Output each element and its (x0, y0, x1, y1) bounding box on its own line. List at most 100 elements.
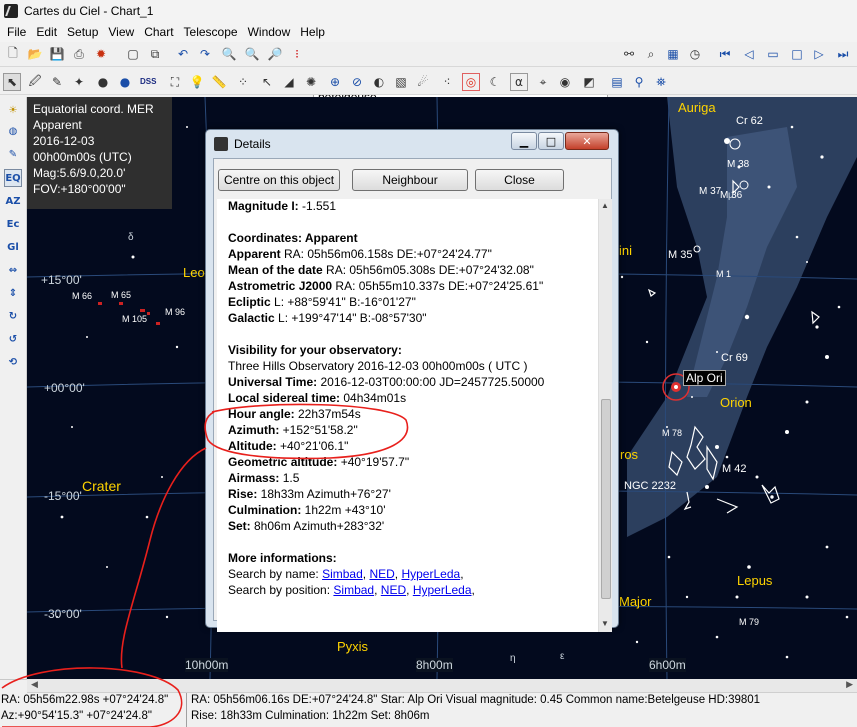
chart-horizontal-scrollbar[interactable]: ◀ ▶ (27, 679, 857, 693)
simbad-link[interactable]: Simbad (322, 567, 363, 581)
bulb2-icon[interactable]: ◐ (370, 73, 388, 91)
az-button[interactable]: AZ (4, 192, 22, 210)
ned-position-link[interactable]: NED (381, 583, 406, 597)
screen-icon[interactable]: ▤ (608, 73, 626, 91)
camera-icon[interactable]: ⛶ (166, 73, 184, 91)
clock-icon[interactable]: ◷ (686, 45, 704, 63)
stop-icon[interactable]: ▭ (764, 45, 782, 63)
scatter-icon[interactable]: ⁘ (234, 73, 252, 91)
arrow-icon[interactable]: ↖ (258, 73, 276, 91)
save-icon[interactable]: 💾 (48, 45, 66, 63)
target-dots-icon[interactable]: ⁝ (288, 45, 306, 63)
link-icon[interactable]: ⚲ (630, 73, 648, 91)
nebula-icon[interactable]: ✺ (302, 73, 320, 91)
scroll-down-icon[interactable]: ▼ (601, 619, 609, 628)
comet-icon[interactable]: ☄ (414, 73, 432, 91)
star-dot-icon[interactable]: ● (94, 73, 112, 91)
zoom-fit-icon[interactable]: 🔎 (266, 45, 284, 63)
tile-windows-icon[interactable]: ⧉ (146, 45, 164, 63)
pen-icon[interactable]: ✎ (48, 73, 66, 91)
gear-icon[interactable]: ✹ (92, 45, 110, 63)
menu-setup[interactable]: Setup (62, 25, 103, 39)
rotate-cw-icon[interactable]: ↻ (4, 307, 22, 325)
undo-icon[interactable]: ↶ (174, 45, 192, 63)
dss-button[interactable]: DSS (140, 77, 156, 86)
last-icon[interactable]: ⏭ (834, 45, 852, 63)
next-icon[interactable]: ▷ (810, 45, 828, 63)
zoom-out-icon[interactable]: 🔍 (243, 45, 261, 63)
rotate-ccw-icon[interactable]: ↺ (4, 330, 22, 348)
menu-help[interactable]: Help (295, 25, 330, 39)
gl-button[interactable]: Gl (4, 238, 22, 256)
object-rise-set-status: Rise: 18h33m Culmination: 1h22m Set: 8h0… (191, 710, 430, 722)
ned-link[interactable]: NED (369, 567, 394, 581)
menu-edit[interactable]: Edit (31, 25, 62, 39)
binoculars-icon[interactable]: ⚯ (620, 45, 638, 63)
search-by-name-row: Search by name: Simbad, NED, HyperLeda, (228, 567, 464, 582)
new-chart-icon[interactable]: 🗋 (4, 45, 22, 63)
measure-icon[interactable]: 📏 (210, 73, 228, 91)
menu-file[interactable]: File (2, 25, 31, 39)
menu-view[interactable]: View (103, 25, 139, 39)
asteroid-icon[interactable]: ⁖ (438, 73, 456, 91)
eye-icon[interactable]: ◉ (556, 73, 574, 91)
bulb-icon[interactable]: ✦ (70, 73, 88, 91)
centre-object-button[interactable]: Centre on this object (218, 169, 340, 191)
contrast-icon[interactable]: ◩ (580, 73, 598, 91)
info-line: 00h00m00s (UTC) (33, 150, 132, 164)
target-icon[interactable]: ◎ (462, 73, 480, 91)
menu-telescope[interactable]: Telescope (179, 25, 243, 39)
redo-icon[interactable]: ↷ (196, 45, 214, 63)
lamp-icon[interactable]: 💡 (188, 73, 206, 91)
eq-button[interactable]: EQ (4, 169, 22, 187)
first-icon[interactable]: ⏮ (716, 45, 734, 63)
ec-button[interactable]: Ec (4, 215, 22, 233)
maximize-icon[interactable]: □ (538, 132, 564, 150)
open-folder-icon[interactable]: 📂 (26, 45, 44, 63)
scroll-thumb[interactable] (601, 399, 611, 599)
milky-way-icon[interactable]: ◢ (280, 73, 298, 91)
flip-v-icon[interactable]: ⇕ (4, 284, 22, 302)
globe-icon[interactable]: ◍ (4, 122, 22, 140)
search-by-position-label: Search by position: (228, 583, 334, 597)
search-list-icon[interactable]: ⌕ (642, 45, 660, 63)
blue-dot-icon[interactable]: ● (116, 73, 134, 91)
constellation-label: Orion (720, 395, 752, 410)
info-line: 2016-12-03 (33, 134, 95, 148)
scroll-left-icon[interactable]: ◀ (31, 679, 38, 690)
compass-icon[interactable]: ⊘ (348, 73, 366, 91)
scroll-right-icon[interactable]: ▶ (846, 679, 853, 690)
hyperleda-position-link[interactable]: HyperLeda (413, 583, 472, 597)
scroll-up-icon[interactable]: ▲ (601, 201, 609, 210)
rotate-reset-icon[interactable]: ⟲ (4, 353, 22, 371)
flip-h-icon[interactable]: ⇔ (4, 261, 22, 279)
moon-icon[interactable]: ☾ (486, 73, 504, 91)
astrometric-label: Astrometric J2000 (228, 279, 333, 293)
details-scrollbar[interactable]: ▲ ▼ (598, 199, 612, 632)
calendar-icon[interactable]: ▦ (664, 45, 682, 63)
menu-window[interactable]: Window (243, 25, 296, 39)
hatch-icon[interactable]: ▧ (392, 73, 410, 91)
label-icon[interactable]: ⌖ (534, 73, 552, 91)
simbad-position-link[interactable]: Simbad (333, 583, 374, 597)
previous-icon[interactable]: ◁ (740, 45, 758, 63)
close-button[interactable]: Close (475, 169, 564, 191)
feather-icon[interactable]: 🖉 (26, 73, 44, 91)
stop-square-icon[interactable]: □ (788, 45, 806, 63)
close-icon[interactable]: ✕ (565, 132, 609, 150)
neighbour-button[interactable]: Neighbour (352, 169, 468, 191)
menu-chart[interactable]: Chart (139, 25, 178, 39)
zoom-in-icon[interactable]: 🔍 (220, 45, 238, 63)
notes-icon[interactable]: ✎ (4, 145, 22, 163)
print-icon[interactable]: ⎙ (70, 45, 88, 63)
window-title: Cartes du Ciel - Chart_1 (24, 4, 154, 18)
grid-icon[interactable]: ⊕ (326, 73, 344, 91)
telescope-icon[interactable]: ⛯ (652, 73, 670, 91)
minimize-icon[interactable]: ▁ (511, 132, 537, 150)
window-icon[interactable]: ▢ (124, 45, 142, 63)
alpha-button[interactable]: α (510, 73, 528, 91)
hyperleda-link[interactable]: HyperLeda (401, 567, 460, 581)
home-icon[interactable]: ☀ (4, 101, 22, 119)
pointer-icon[interactable]: ⬉ (3, 73, 21, 91)
greek-label: ε (560, 651, 565, 662)
